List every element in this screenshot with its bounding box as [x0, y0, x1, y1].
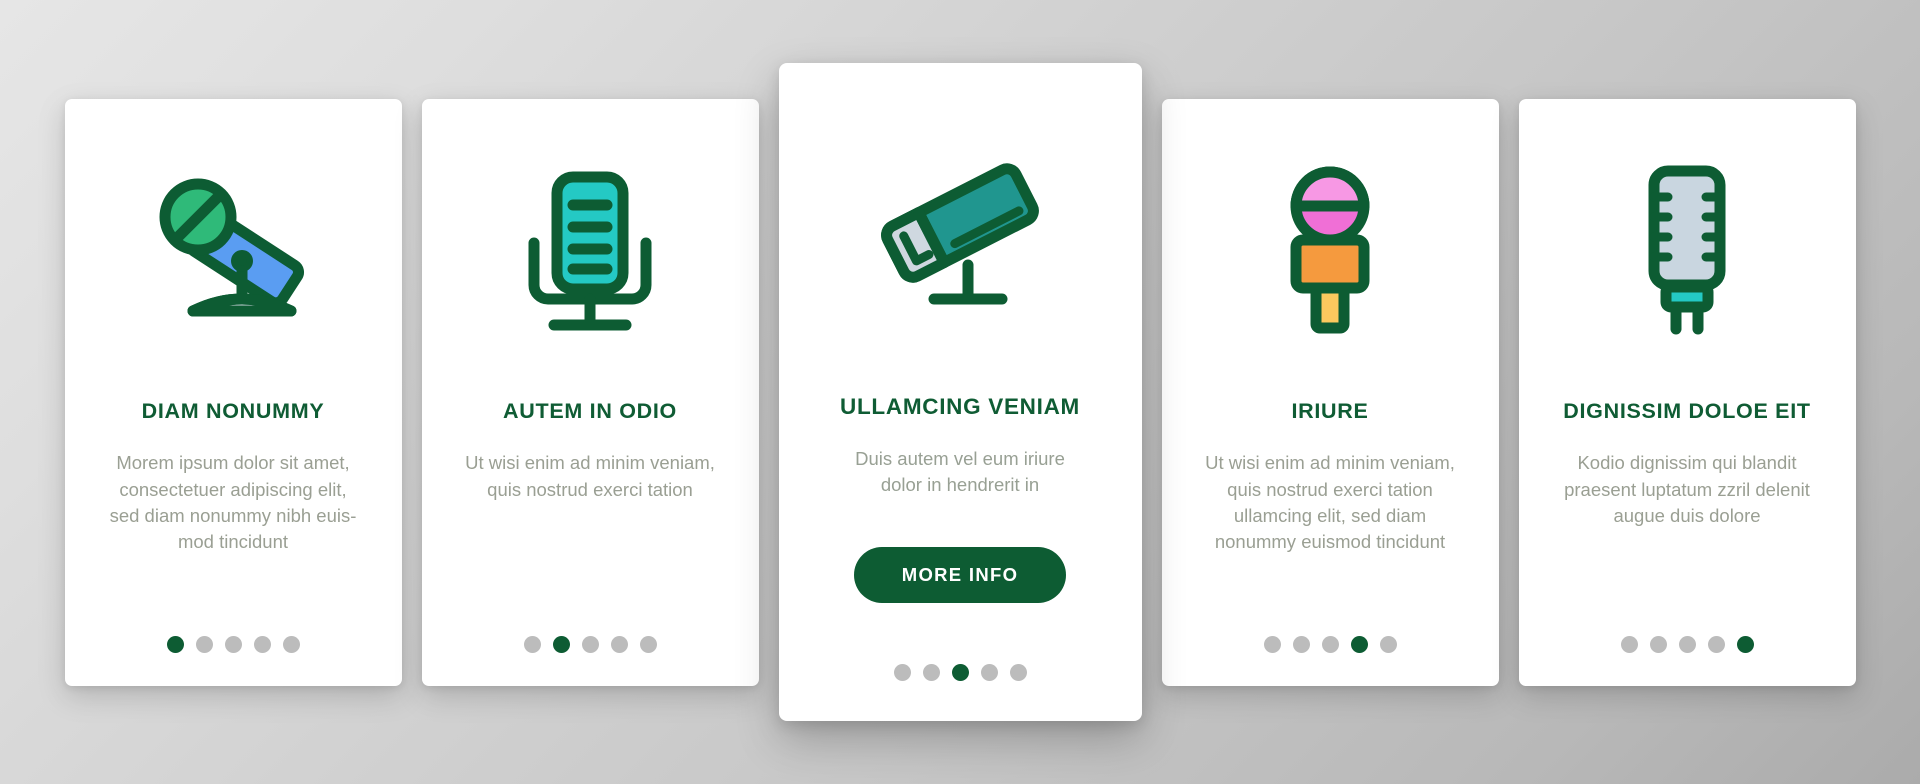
pagination-dot-3[interactable]: [1678, 635, 1696, 653]
onboarding-card-5[interactable]: DIGNISSIM DOLOE EIT Kodio dignissim qui …: [1518, 98, 1856, 686]
card-3-body: Duis autem vel eum iriure dolor in hendr…: [855, 448, 1065, 496]
vintage-microphone-icon: [1632, 163, 1742, 335]
microphone-stand-tilted-icon: [145, 169, 321, 329]
card-2-icon-wrap: [446, 99, 735, 399]
pagination-dot-2[interactable]: [1649, 635, 1667, 653]
pagination-dot-3[interactable]: [224, 635, 242, 653]
card-5-pagination-dots[interactable]: [1519, 635, 1856, 653]
pagination-dot-2[interactable]: [552, 635, 570, 653]
pagination-dot-2[interactable]: [1292, 635, 1310, 653]
card-1-body: Morem ipsum dolor sit amet, consectetuer…: [109, 452, 357, 553]
pagination-dot-1[interactable]: [893, 664, 911, 681]
card-5-title: DIGNISSIM DOLOE EIT: [1563, 398, 1811, 423]
card-5-icon-wrap: [1543, 99, 1832, 399]
onboarding-card-1[interactable]: DIAM NONUMMY Morem ipsum dolor sit amet,…: [64, 98, 402, 686]
card-4-body: Ut wisi enim ad minim veniam, quis nostr…: [1205, 452, 1455, 553]
pagination-dot-4[interactable]: [1707, 635, 1725, 653]
onboarding-card-2[interactable]: AUTEM IN ODIO Ut wisi enim ad minim veni…: [421, 98, 759, 686]
more-info-button[interactable]: MORE INFO: [853, 547, 1067, 604]
pagination-dot-2[interactable]: [195, 635, 213, 653]
pagination-dot-5[interactable]: [1736, 635, 1754, 653]
pagination-dot-5[interactable]: [1379, 635, 1397, 653]
pagination-dot-5[interactable]: [639, 635, 657, 653]
card-2-pagination-dots[interactable]: [422, 635, 759, 653]
pagination-dot-4[interactable]: [253, 635, 271, 653]
pagination-dot-4[interactable]: [980, 664, 998, 681]
pagination-dot-3[interactable]: [1321, 635, 1339, 653]
onboarding-screens-illustration: DIAM NONUMMY Morem ipsum dolor sit amet,…: [0, 0, 1920, 784]
card-4-pagination-dots[interactable]: [1162, 635, 1499, 653]
pagination-dot-1[interactable]: [166, 635, 184, 653]
studio-microphone-icon: [510, 165, 670, 333]
card-5-body: Kodio dignissim qui blandit praesent lup…: [1564, 452, 1810, 526]
card-2-title: AUTEM IN ODIO: [503, 398, 677, 423]
card-4-title: IRIURE: [1291, 398, 1369, 423]
pagination-dot-5[interactable]: [282, 635, 300, 653]
card-1-pagination-dots[interactable]: [65, 635, 402, 653]
desk-microphone-tilted-icon: [872, 145, 1048, 311]
pagination-dot-5[interactable]: [1009, 664, 1027, 681]
onboarding-card-3-featured[interactable]: ULLAMCING VENIAM Duis autem vel eum iriu…: [778, 63, 1142, 721]
pagination-dot-2[interactable]: [922, 664, 940, 681]
pagination-dot-4[interactable]: [1350, 635, 1368, 653]
onboarding-card-4[interactable]: IRIURE Ut wisi enim ad minim veniam, qui…: [1161, 98, 1499, 686]
pagination-dot-4[interactable]: [610, 635, 628, 653]
pagination-dot-3[interactable]: [951, 664, 969, 681]
pagination-dot-1[interactable]: [523, 635, 541, 653]
cards-row: DIAM NONUMMY Morem ipsum dolor sit amet,…: [0, 0, 1920, 784]
card-4-icon-wrap: [1186, 99, 1475, 399]
pagination-dot-3[interactable]: [581, 635, 599, 653]
card-1-title: DIAM NONUMMY: [141, 398, 325, 423]
card-3-title: ULLAMCING VENIAM: [840, 394, 1080, 419]
card-2-body: Ut wisi enim ad minim veniam, quis nostr…: [465, 452, 715, 500]
reporter-microphone-icon: [1270, 164, 1390, 334]
card-3-pagination-dots[interactable]: [779, 664, 1142, 681]
card-3-icon-wrap: [803, 63, 1118, 393]
card-1-icon-wrap: [89, 99, 378, 399]
pagination-dot-1[interactable]: [1263, 635, 1281, 653]
pagination-dot-1[interactable]: [1620, 635, 1638, 653]
